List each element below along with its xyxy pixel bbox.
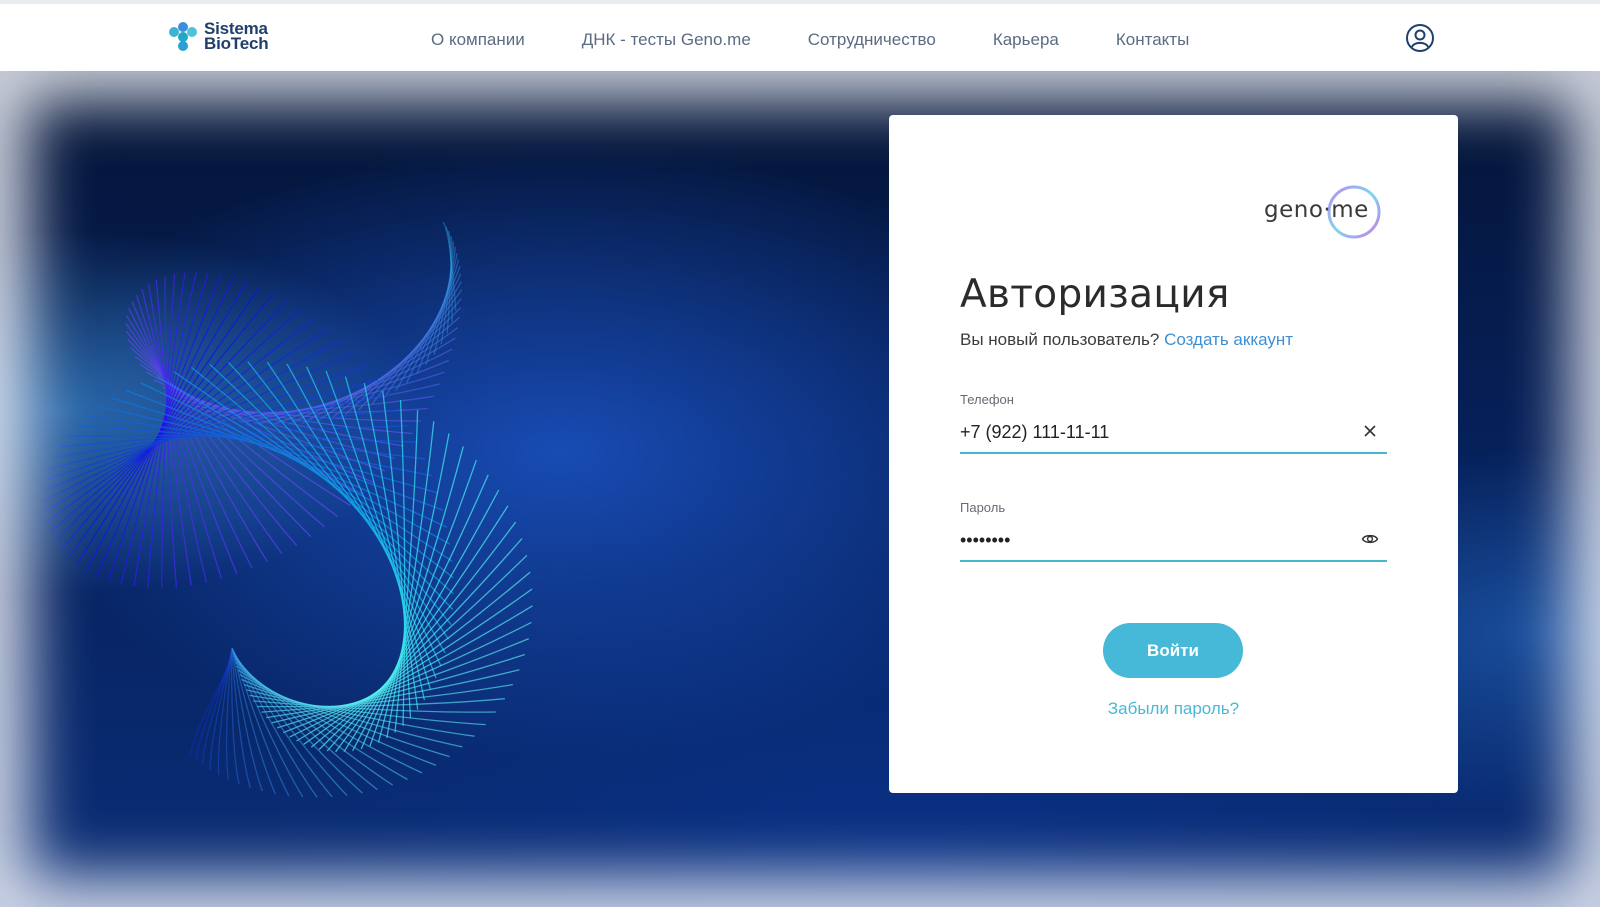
swirl-line (344, 298, 462, 416)
brand-text: geno·me (1264, 197, 1369, 223)
swirl-line (231, 647, 290, 797)
password-input[interactable] (960, 529, 1340, 551)
phone-field (960, 412, 1387, 454)
nav-dna-tests[interactable]: ДНК - тесты Geno.me (582, 30, 751, 50)
phone-input[interactable] (960, 421, 1340, 443)
logo-mark-icon (169, 22, 197, 51)
new-user-prompt: Вы новый пользователь? Создать аккаунт (960, 330, 1293, 350)
logo-line-2: BioTech (204, 34, 269, 53)
user-circle-icon[interactable] (1405, 23, 1435, 53)
nav-contacts[interactable]: Контакты (1116, 30, 1189, 50)
nav-partnership[interactable]: Сотрудничество (808, 30, 936, 50)
swirl-lines (42, 221, 533, 798)
main-nav: О компании ДНК - тесты Geno.me Сотруднич… (431, 8, 1246, 71)
swirl-line (217, 654, 232, 776)
genome-brand-logo: geno·me (1260, 183, 1388, 243)
swirl-line (335, 505, 509, 753)
logo-text: Sistema BioTech (204, 20, 269, 53)
site-header: Sistema BioTech О компании ДНК - тесты G… (0, 4, 1600, 71)
dna-swirl-graphic (42, 221, 533, 798)
password-field (960, 520, 1387, 562)
eye-icon[interactable] (1361, 530, 1379, 548)
nav-career[interactable]: Карьера (993, 30, 1059, 50)
swirl-line (326, 521, 517, 752)
sistema-biotech-logo[interactable]: Sistema BioTech (166, 18, 269, 54)
phone-label: Телефон (960, 392, 1014, 407)
login-title: Авторизация (960, 272, 1230, 317)
nav-about[interactable]: О компании (431, 30, 525, 50)
create-account-link[interactable]: Создать аккаунт (1164, 330, 1293, 349)
swirl-line (236, 665, 408, 781)
password-label: Пароль (960, 500, 1006, 515)
new-user-text: Вы новый пользователь? (960, 330, 1160, 349)
close-icon[interactable] (1361, 422, 1379, 440)
hero-section: geno·me Авторизация Вы новый пользовател… (0, 71, 1600, 907)
login-card: geno·me Авторизация Вы новый пользовател… (889, 115, 1458, 793)
login-button[interactable]: Войти (1103, 623, 1243, 678)
forgot-password-link[interactable]: Забыли пароль? (889, 699, 1458, 719)
